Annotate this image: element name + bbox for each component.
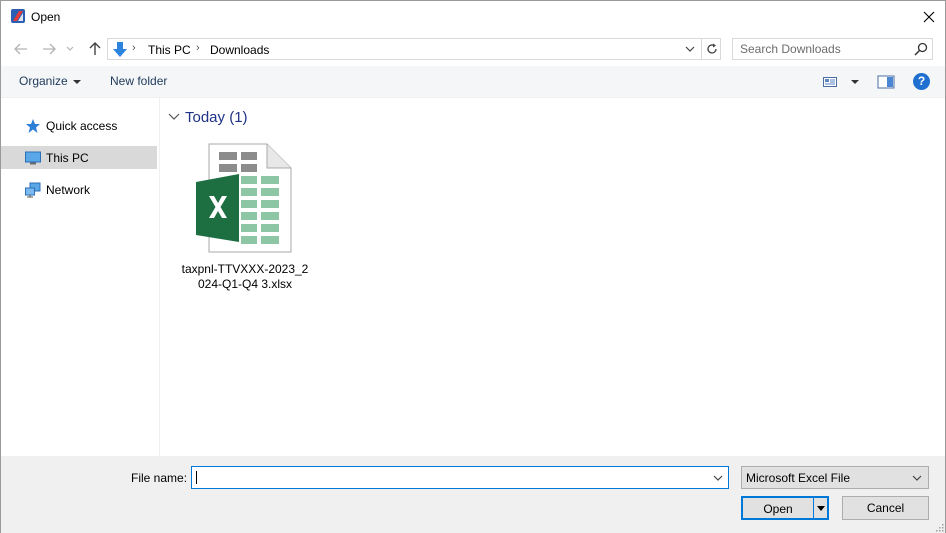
up-button[interactable] [85,39,105,59]
split-divider [813,498,814,518]
open-options-button[interactable] [815,501,827,515]
sidebar-item-this-pc[interactable]: This PC [1,146,157,169]
open-file-dialog: Open › This PC › Downloads Search Downlo… [0,0,946,533]
caret-down-icon [851,80,859,84]
search-box[interactable] [732,38,933,60]
file-type-select[interactable]: Microsoft Excel File [741,466,929,489]
excel-file-icon [196,143,292,253]
arrow-up-icon [89,42,101,55]
file-type-dropdown-button[interactable] [909,469,925,486]
caret-down-icon [72,79,81,84]
monitor-icon [25,151,41,165]
open-button-label: Open [763,502,793,516]
refresh-button[interactable] [701,39,721,59]
command-bar: Organize New folder ? [1,66,945,98]
downloads-arrow-icon [113,42,127,57]
dialog-footer: File name: Microsoft Excel File Open Can… [1,456,945,533]
back-button[interactable] [11,39,31,59]
file-name-dropdown-button[interactable] [710,469,726,486]
caret-down-icon [817,505,825,511]
chevron-down-icon [168,113,180,120]
preview-pane-icon[interactable] [877,74,895,90]
close-button[interactable] [913,1,945,32]
sidebar-item-label: Network [46,183,91,197]
organize-label: Organize [19,74,68,88]
chevron-right-icon: › [132,42,136,54]
recent-locations-button[interactable] [63,39,77,59]
address-bar[interactable]: › This PC › Downloads [107,38,721,60]
refresh-icon [706,43,717,54]
chevron-down-icon [713,475,723,481]
address-history-button[interactable] [680,39,700,59]
search-input[interactable] [733,39,911,59]
star-icon [26,119,40,133]
help-icon[interactable]: ? [913,73,930,90]
file-name: taxpnl-TTVXXX-2023_2024-Q1-Q4 3.xlsx [181,262,309,291]
sidebar-item-network[interactable]: Network [1,178,157,201]
cancel-button[interactable]: Cancel [842,496,929,520]
group-header-today[interactable]: Today (1) [167,108,248,126]
chevron-down-icon [66,46,74,51]
sidebar-item-quick-access[interactable]: Quick access [1,114,157,137]
group-title: Today (1) [185,108,248,126]
sidebar-item-label: Quick access [46,119,118,133]
file-item[interactable]: taxpnl-TTVXXX-2023_2024-Q1-Q4 3.xlsx [181,138,309,291]
file-name-combobox[interactable] [191,466,729,489]
breadcrumb-downloads[interactable]: Downloads [210,43,269,57]
change-view-button[interactable] [823,74,859,90]
file-name-input[interactable] [192,467,706,488]
close-icon [923,11,935,22]
text-cursor [196,471,197,484]
navigation-pane: Quick access This PC Network [1,98,160,456]
network-icon [25,182,41,198]
organize-button[interactable]: Organize [19,74,81,88]
file-name-label: File name: [131,471,188,485]
navigation-bar: › This PC › Downloads [1,35,945,63]
chevron-down-icon [685,46,695,52]
search-icon [914,42,928,56]
sidebar-item-label: This PC [46,151,89,165]
arrow-right-icon [43,43,56,55]
window-title: Open [31,10,61,24]
open-button[interactable]: Open [741,496,829,520]
chevron-right-icon: › [196,42,200,54]
view-icon [823,77,837,87]
title-bar: Open [1,1,945,32]
arrow-left-icon [14,43,27,55]
breadcrumb-this-pc[interactable]: This PC [148,43,191,57]
app-icon [11,9,25,23]
new-folder-button[interactable]: New folder [110,74,167,88]
file-list: Today (1) taxpnl-TTVXXX-2023_2024-Q1-Q4 … [161,98,945,456]
forward-button[interactable] [39,39,59,59]
file-type-value: Microsoft Excel File [746,471,851,485]
chevron-down-icon [912,475,922,481]
resize-grip-icon[interactable] [934,522,944,532]
